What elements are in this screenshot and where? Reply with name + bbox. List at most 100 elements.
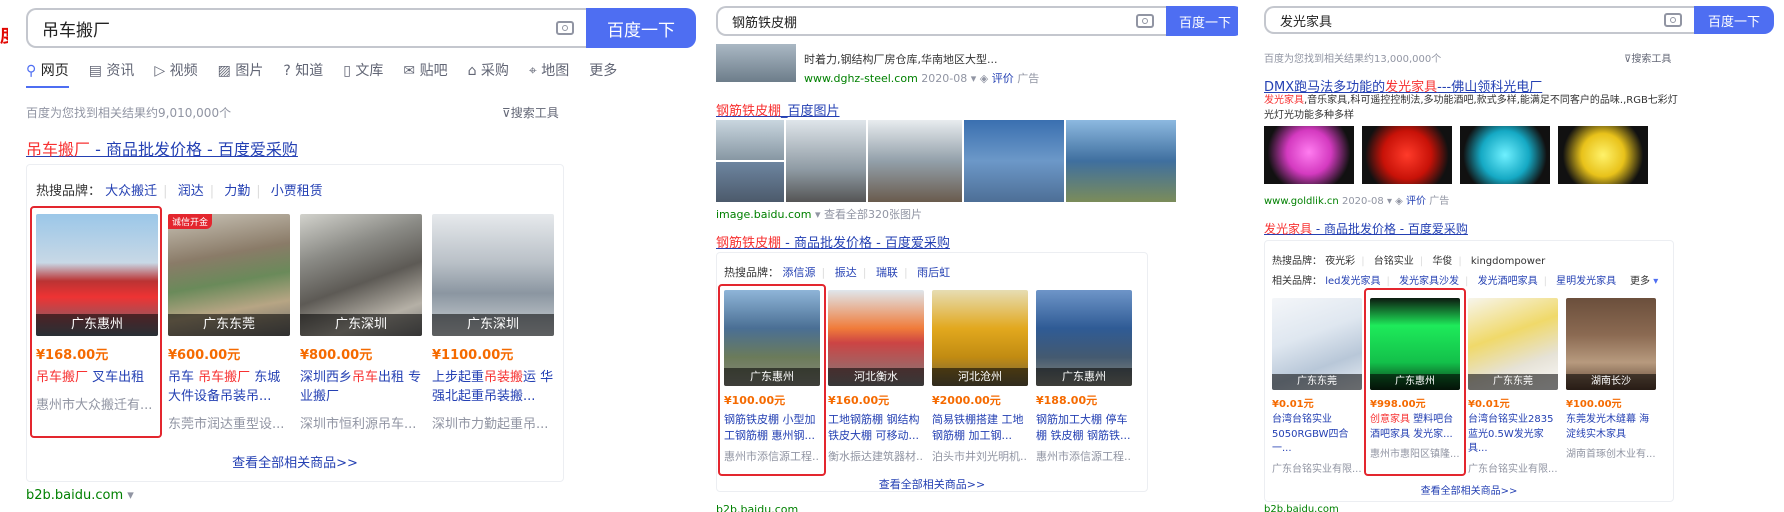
search-button[interactable]: 百度一下 [586,8,696,48]
camera-icon[interactable] [1136,14,1154,28]
brand-link[interactable]: 小贾租赁 [271,184,323,199]
chevron-down-icon: ▾ [814,208,821,221]
image-thumb[interactable] [1066,120,1176,202]
image-thumb[interactable] [716,162,784,202]
ad-image[interactable] [1558,126,1648,184]
tab-web[interactable]: ⚲ 网页 [26,60,69,88]
view-all-images-link[interactable]: 查看全部320张图片 [824,208,922,221]
camera-icon[interactable] [556,21,574,35]
eval-link[interactable]: 评价 [1406,196,1426,207]
search-bar: 发光家具 百度一下 [1264,6,1774,34]
source-url[interactable]: b2b.baidu.com ▾ [26,488,134,503]
view-all-products-link[interactable]: 查看全部相关商品>> [26,452,564,471]
source-url[interactable]: b2b.baidu.com [716,503,798,512]
product-name[interactable]: 工地钢筋棚 钢结构铁皮大棚 可移动... [828,412,924,444]
eval-link[interactable]: 评价 [992,72,1014,85]
product-item[interactable]: 广东惠州 ¥188.00元 钢筋加工大棚 停车棚 铁皮棚 钢筋铁... 惠州市添… [1036,290,1132,464]
brand-link[interactable]: 润达 [178,184,204,199]
brand-link[interactable]: 华俊 [1432,256,1452,267]
brand-link[interactable]: 发光酒吧家具 [1478,276,1538,287]
search-button[interactable]: 百度一下 [1694,6,1774,34]
product-name[interactable]: 吊车 吊车搬厂 东城大件设备吊装吊... [168,369,290,407]
product-item[interactable]: 广东深圳 ¥1100.00元 上步起重吊装搬运 华强北起重吊装搬... 深圳市力… [432,214,554,432]
result-thumbnail[interactable] [716,44,796,82]
brand-link[interactable]: 振达 [835,266,857,279]
product-name[interactable]: 东莞发光木缝幕 海淀线实木家具 [1566,413,1656,442]
ad-image[interactable] [1264,126,1354,184]
tab-wenku[interactable]: ▯ 文库 [343,60,383,88]
search-input[interactable]: 钢筋铁皮棚 [716,6,1166,36]
ad-description: 发光家具,音乐家具,科可遥控控制法,多功能酒吧,款式多样,能满足不同客户的品味.… [1264,95,1678,121]
product-item[interactable]: 广东东莞 ¥0.01元 台湾台铭实业5050RGBW四合一... 广东台铭实业有… [1272,298,1362,475]
product-name[interactable]: 简易铁棚搭建 工地钢筋棚 加工钢... [932,412,1028,444]
brand-link[interactable]: 发光家具沙发 [1399,276,1459,287]
image-thumb[interactable] [716,120,784,160]
brand-link[interactable]: 添信源 [783,266,816,279]
ad-source-url[interactable]: www.goldlik.cn 2020-08 ▾ ◈ 评价 广告 [1264,192,1449,207]
company-name: 深圳市力勤起重吊... [432,416,549,432]
source-url[interactable]: b2b.baidu.com [1264,504,1339,512]
brand-link[interactable]: 雨后虹 [917,266,950,279]
product-item[interactable]: 河北衡水 ¥160.00元 工地钢筋棚 钢结构铁皮大棚 可移动... 衡水振达建… [828,290,924,464]
product-name[interactable]: 台湾台铭实业5050RGBW四合一... [1272,413,1362,457]
search-tools-button[interactable]: ⊽搜索工具 [1624,50,1671,65]
tab-more[interactable]: 更多 [589,60,617,88]
search-panel-1: 度 吊车搬厂 百度一下 ⚲ 网页 ▤ 资讯 ▷ 视频 ▨ 图片 ? 知道 ▯ 文… [0,0,700,512]
product-item[interactable]: 河北沧州 ¥2000.00元 简易铁棚搭建 工地钢筋棚 加工钢... 泊头市井刘… [932,290,1028,464]
brand-link[interactable]: 星明发光家具 [1556,276,1616,287]
product-name[interactable]: 台湾台铭实业2835蓝光0.5W发光家具... [1468,413,1558,457]
product-name[interactable]: 上步起重吊装搬运 华强北起重吊装搬... [432,369,554,407]
search-button[interactable]: 百度一下 [1166,6,1238,36]
product-item[interactable]: 广东深圳 ¥800.00元 深圳西乡吊车出租 专业搬厂 深圳市恒利源吊车... [300,214,422,432]
ad-title[interactable]: DMX跑马法多功能的发光家具---佛山领科光电厂 [1264,76,1542,95]
brand-link[interactable]: led发光家具 [1325,276,1380,287]
product-image: 河北衡水 [828,290,924,386]
tab-news[interactable]: ▤ 资讯 [89,60,135,88]
view-all-products-link[interactable]: 查看全部相关商品>> [1264,482,1674,497]
image-thumb[interactable] [868,120,962,202]
brand-link[interactable]: 力勤 [224,184,250,199]
brand-link[interactable]: 瑞联 [876,266,898,279]
more-brands-button[interactable]: 更多 ▾ [1630,272,1658,287]
filter-icon: ⊽ [502,106,511,120]
result-count: 百度为您找到相关结果约13,000,000个 [1264,54,1442,65]
product-name[interactable]: 深圳西乡吊车出租 专业搬厂 [300,369,422,407]
search-tools-button[interactable]: ⊽搜索工具 [502,104,559,121]
question-icon: ? [283,63,291,79]
result-title[interactable]: 发光家具 - 商品批发价格 - 百度爱采购 [1264,220,1468,237]
product-image: 广东惠州 [1036,290,1132,386]
brand-link[interactable]: 夜光彩 [1325,256,1355,267]
tab-images[interactable]: ▨ 图片 [218,60,264,88]
image-source[interactable]: image.baidu.com ▾ 查看全部320张图片 [716,206,922,222]
view-all-products-link[interactable]: 查看全部相关商品>> [716,476,1148,492]
price: ¥1100.00元 [432,348,514,363]
tab-tieba[interactable]: ✉ 贴吧 [403,60,447,88]
product-item[interactable]: 诚信开金 广东东莞 ¥600.00元 吊车 吊车搬厂 东城大件设备吊装吊... … [168,214,290,432]
tieba-icon: ✉ [403,63,416,79]
search-input[interactable]: 吊车搬厂 [26,8,586,48]
product-item[interactable]: 湖南长沙 ¥100.00元 东莞发光木缝幕 海淀线实木家具 湖南首琢创木业有..… [1566,298,1656,460]
result-count: 百度为您找到相关结果约9,010,000个 [26,106,232,120]
brand-link[interactable]: 大众搬迁 [105,184,157,199]
tab-purchase[interactable]: ⌂ 采购 [468,60,509,88]
tab-map[interactable]: ⌖ 地图 [529,60,569,88]
ad-image[interactable] [1362,126,1452,184]
image-result-title[interactable]: 钢筋铁皮棚_百度图片 [716,100,840,119]
tab-zhidao[interactable]: ? 知道 [283,60,323,88]
result-title[interactable]: 钢筋铁皮棚 - 商品批发价格 - 百度爱采购 [716,232,950,251]
camera-icon[interactable] [1664,13,1682,27]
image-thumb[interactable] [786,120,866,202]
map-icon: ⌖ [528,63,537,79]
source-url[interactable]: www.dghz-steel.com 2020-08 ▾ ◈ 评价 广告 [804,70,1039,86]
tab-video[interactable]: ▷ 视频 [154,60,197,88]
brand-link[interactable]: kingdompower [1471,256,1545,267]
result-title[interactable]: 吊车搬厂 - 商品批发价格 - 百度爱采购 [26,136,298,160]
brand-link[interactable]: 台铭实业 [1374,256,1414,267]
ad-image[interactable] [1460,126,1550,184]
image-thumb[interactable] [964,120,1064,202]
product-item[interactable]: 广东东莞 ¥0.01元 台湾台铭实业2835蓝光0.5W发光家具... 广东台铭… [1468,298,1558,475]
ad-label: 广告 [1017,72,1040,85]
product-name[interactable]: 钢筋加工大棚 停车棚 铁皮棚 钢筋铁... [1036,412,1132,444]
search-input[interactable]: 发光家具 [1264,6,1694,34]
company-name: 深圳市恒利源吊车... [300,416,417,432]
